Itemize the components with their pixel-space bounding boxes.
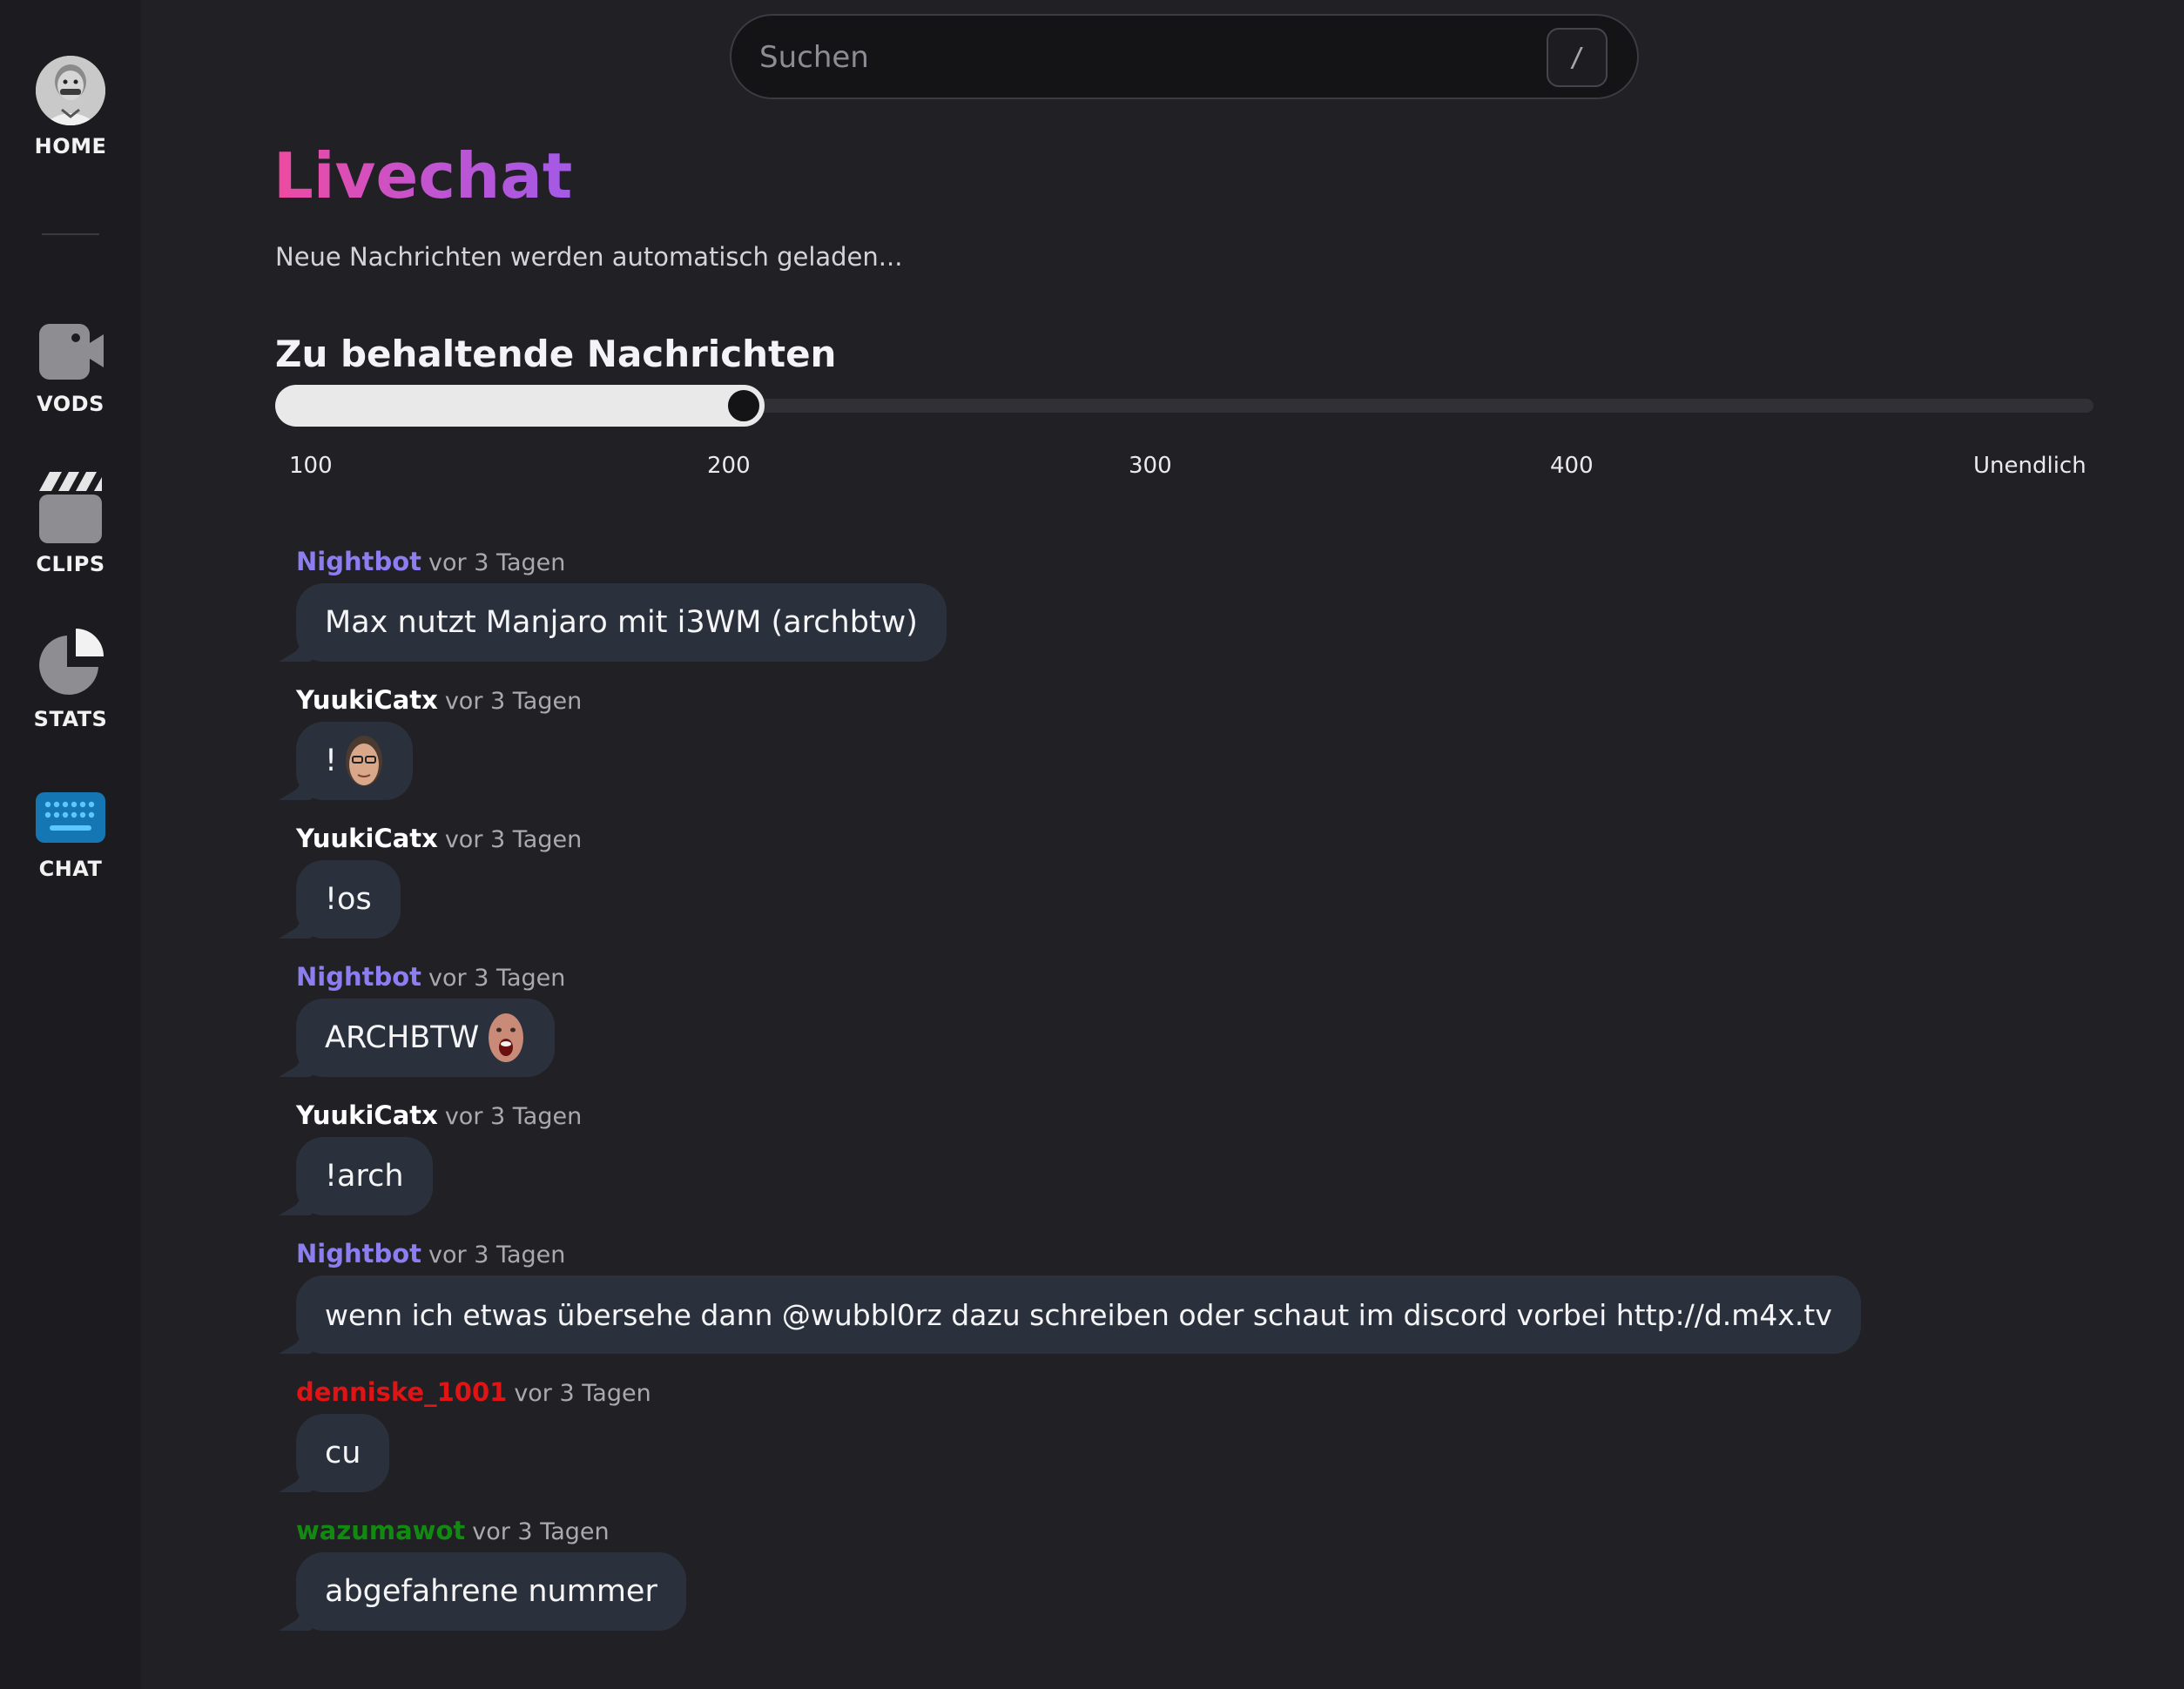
slider-tick: 400: [1550, 453, 1594, 479]
sidebar-item-clips[interactable]: CLIPS: [0, 470, 141, 576]
chat-feed: Nightbot vor 3 Tagen Max nutzt Manjaro m…: [279, 547, 2107, 1654]
message-text: cu: [325, 1436, 361, 1470]
slider-ticks: 100 200 300 400 Unendlich: [275, 453, 2093, 488]
shouting-face-emote: [489, 1013, 524, 1062]
sidebar: HOME VODS CLIPS STATS CHAT: [0, 0, 141, 1689]
message-meta: wazumawot vor 3 Tagen: [296, 1516, 610, 1552]
message-bubble: cu: [296, 1414, 390, 1492]
slider-tick: 300: [1129, 453, 1172, 479]
message-author[interactable]: Nightbot: [296, 547, 421, 576]
message-text: Max nutzt Manjaro mit i3WM (archbtw): [325, 605, 918, 640]
sidebar-item-label: CHAT: [38, 857, 103, 881]
search-shortcut-key: /: [1547, 28, 1608, 87]
chat-message: YuukiCatx vor 3 Tagen !: [279, 685, 2107, 800]
message-meta: YuukiCatx vor 3 Tagen: [296, 685, 582, 722]
search-input[interactable]: [759, 35, 1543, 80]
message-author[interactable]: denniske_1001: [296, 1377, 507, 1407]
message-bubble: !arch: [296, 1137, 433, 1215]
message-text: abgefahrene nummer: [325, 1574, 657, 1609]
chat-message: Nightbot vor 3 Tagen wenn ich etwas über…: [279, 1239, 2107, 1354]
page-title: Livechat: [273, 132, 572, 219]
message-meta: Nightbot vor 3 Tagen: [296, 1239, 565, 1275]
message-bubble: abgefahrene nummer: [296, 1552, 686, 1631]
slider-tick: 100: [289, 453, 333, 479]
message-time: vor 3 Tagen: [428, 1242, 566, 1268]
message-meta: Nightbot vor 3 Tagen: [296, 547, 565, 583]
sidebar-item-label: CLIPS: [36, 552, 105, 576]
face-emote: [346, 736, 383, 786]
avatar: [36, 56, 105, 125]
message-time: vor 3 Tagen: [444, 688, 583, 715]
message-author[interactable]: YuukiCatx: [296, 685, 438, 715]
message-author[interactable]: YuukiCatx: [296, 1100, 438, 1130]
slider-fill: [275, 385, 761, 427]
sidebar-item-stats[interactable]: STATS: [0, 625, 141, 731]
sidebar-item-label: HOME: [34, 134, 107, 158]
sidebar-item-vods[interactable]: VODS: [0, 320, 141, 416]
message-time: vor 3 Tagen: [428, 549, 566, 576]
message-author[interactable]: Nightbot: [296, 962, 421, 992]
chat-message: YuukiCatx vor 3 Tagen !os: [279, 824, 2107, 939]
sidebar-item-label: VODS: [37, 392, 104, 416]
message-meta: denniske_1001 vor 3 Tagen: [296, 1377, 651, 1414]
message-text: !os: [325, 882, 372, 917]
chat-message: Nightbot vor 3 Tagen Max nutzt Manjaro m…: [279, 547, 2107, 662]
clapperboard-icon: [39, 472, 102, 543]
slider-tick: Unendlich: [1973, 453, 2086, 479]
message-time: vor 3 Tagen: [428, 965, 566, 992]
retention-label: Zu behaltende Nachrichten: [275, 333, 837, 375]
message-author[interactable]: YuukiCatx: [296, 824, 438, 853]
message-bubble: Max nutzt Manjaro mit i3WM (archbtw): [296, 583, 947, 662]
message-bubble: !: [296, 722, 414, 800]
chat-message: Nightbot vor 3 Tagen ARCHBTW: [279, 962, 2107, 1077]
slider-thumb[interactable]: [723, 385, 765, 427]
keyboard-icon: [36, 792, 105, 843]
slider-tick: 200: [707, 453, 751, 479]
chat-message: YuukiCatx vor 3 Tagen !arch: [279, 1100, 2107, 1215]
message-author[interactable]: wazumawot: [296, 1516, 465, 1545]
chat-message: denniske_1001 vor 3 Tagen cu: [279, 1377, 2107, 1492]
sidebar-divider: [42, 233, 99, 235]
video-camera-icon: [39, 324, 104, 380]
message-bubble: wenn ich etwas übersehe dann @wubbl0rz d…: [296, 1275, 1861, 1354]
chat-message: wazumawot vor 3 Tagen abgefahrene nummer: [279, 1516, 2107, 1631]
sidebar-item-chat[interactable]: CHAT: [0, 791, 141, 881]
sidebar-item-label: STATS: [33, 707, 108, 731]
message-bubble: !os: [296, 860, 401, 939]
message-time: vor 3 Tagen: [444, 826, 583, 853]
message-meta: Nightbot vor 3 Tagen: [296, 962, 565, 999]
message-text: !arch: [325, 1159, 404, 1194]
message-time: vor 3 Tagen: [472, 1518, 610, 1545]
page-subtitle: Neue Nachrichten werden automatisch gela…: [275, 242, 903, 272]
message-meta: YuukiCatx vor 3 Tagen: [296, 824, 582, 860]
retention-slider[interactable]: [275, 385, 2093, 427]
message-text: !: [325, 744, 338, 778]
sidebar-item-home[interactable]: HOME: [0, 56, 141, 158]
message-meta: YuukiCatx vor 3 Tagen: [296, 1100, 582, 1137]
search-bar: /: [730, 14, 1639, 99]
message-text: ARCHBTW: [325, 1020, 480, 1055]
message-author[interactable]: Nightbot: [296, 1239, 421, 1268]
message-bubble: ARCHBTW: [296, 999, 556, 1077]
pie-chart-icon: [39, 629, 104, 695]
message-time: vor 3 Tagen: [444, 1103, 583, 1130]
message-text: wenn ich etwas übersehe dann @wubbl0rz d…: [325, 1297, 1832, 1332]
message-time: vor 3 Tagen: [514, 1380, 651, 1407]
